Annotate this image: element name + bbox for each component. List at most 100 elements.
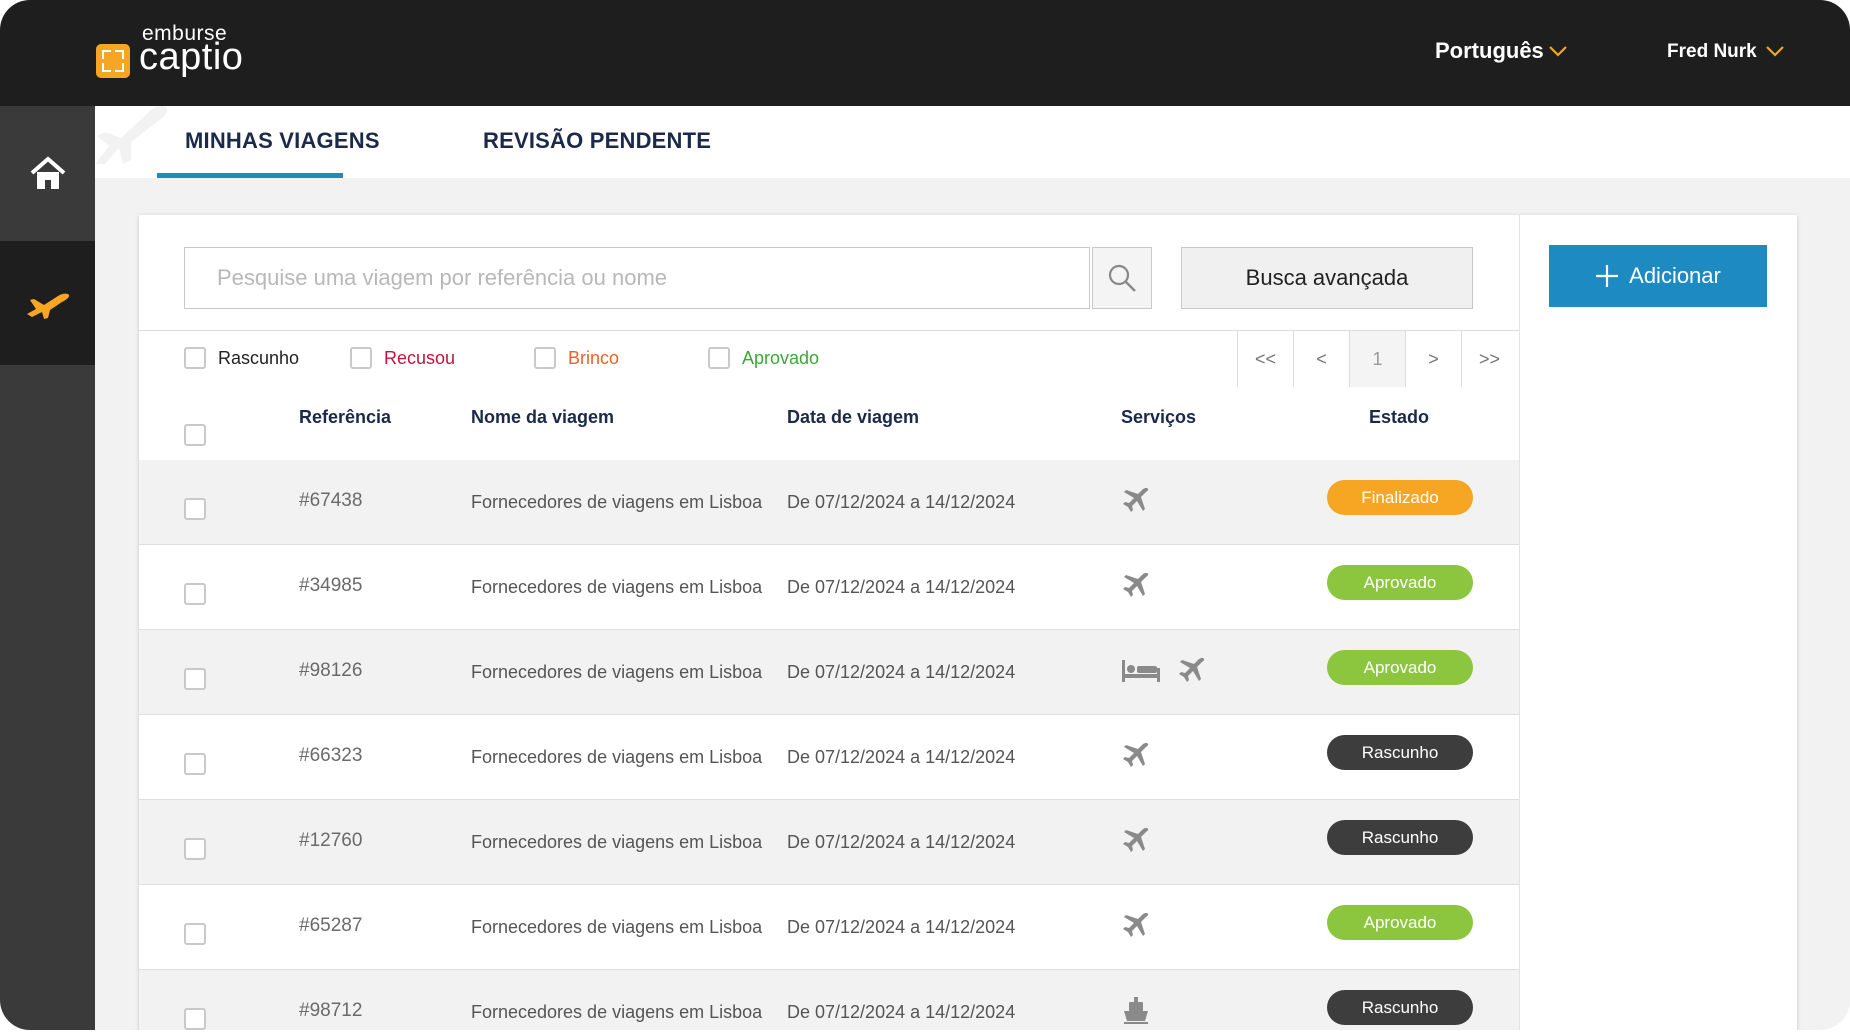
row-checkbox[interactable] (184, 923, 206, 945)
row-trip-date: De 07/12/2024 a 14/12/2024 (787, 662, 1016, 682)
filter-checkbox[interactable] (708, 347, 730, 369)
airplane-watermark-icon (95, 106, 168, 164)
first-page-button[interactable]: << (1237, 331, 1293, 387)
row-services (1121, 485, 1151, 515)
plane-icon (1123, 742, 1149, 767)
user-menu[interactable]: Fred Nurk (1667, 41, 1757, 63)
row-trip-name[interactable]: Fornecedores de viagens em Lisboa (471, 747, 762, 768)
home-icon (30, 155, 65, 189)
plane-icon (1123, 572, 1149, 597)
row-reference[interactable]: #65287 (299, 915, 362, 937)
row-services (1121, 570, 1151, 600)
filter-label: Aprovado (742, 347, 820, 368)
add-trip-button[interactable]: Adicionar (1549, 245, 1767, 307)
tab-revisao-pendente[interactable]: REVISÃO PENDENTE (483, 128, 711, 154)
trips-card: Busca avançada Adicionar Rascunho Recuso… (139, 215, 1797, 1030)
row-checkbox[interactable] (184, 668, 206, 690)
language-selector[interactable]: Português (1435, 38, 1544, 64)
tab-minhas-viagens[interactable]: MINHAS VIAGENS (185, 128, 380, 154)
status-badge: Rascunho (1327, 990, 1473, 1025)
table-row[interactable]: #65287 Fornecedores de viagens em Lisboa D… (139, 885, 1519, 970)
app-window: emburse captio Português Fred Nurk MINHA… (0, 0, 1850, 1030)
row-checkbox[interactable] (184, 583, 206, 605)
logo-product-text: captio (139, 36, 244, 78)
status-badge: Aprovado (1327, 650, 1473, 685)
next-page-button[interactable]: > (1405, 331, 1461, 387)
chevron-down-icon[interactable] (1548, 44, 1568, 58)
row-checkbox[interactable] (184, 1008, 206, 1030)
row-services (1121, 995, 1151, 1025)
row-checkbox[interactable] (184, 498, 206, 520)
status-badge: Aprovado (1327, 905, 1473, 940)
sidebar-item-home[interactable] (0, 106, 95, 241)
sidebar (0, 106, 95, 1030)
column-header-status[interactable]: Estado (1369, 407, 1429, 428)
logo[interactable]: emburse captio (96, 22, 296, 82)
plus-icon (1596, 265, 1619, 287)
search-input[interactable] (185, 248, 1090, 308)
row-reference[interactable]: #98712 (299, 1000, 362, 1022)
active-tab-indicator (157, 173, 343, 178)
search-icon (1108, 264, 1136, 292)
filter-rascunho[interactable]: Rascunho (184, 347, 299, 369)
row-reference[interactable]: #12760 (299, 830, 362, 852)
row-checkbox[interactable] (184, 753, 206, 775)
add-trip-label: Adicionar (1629, 263, 1721, 288)
table-row[interactable]: #98712 Fornecedores de viagens em Lisboa D… (139, 970, 1519, 1030)
filter-aprovado[interactable]: Aprovado (708, 347, 819, 369)
search-box (184, 247, 1090, 309)
captio-logo-icon (96, 44, 130, 78)
row-services (1121, 655, 1207, 685)
status-badge: Rascunho (1327, 735, 1473, 770)
row-trip-name[interactable]: Fornecedores de viagens em Lisboa (471, 577, 762, 598)
bed-icon (1122, 660, 1160, 682)
row-trip-date: De 07/12/2024 a 14/12/2024 (787, 832, 1016, 852)
filter-recusou[interactable]: Recusou (350, 347, 455, 369)
status-filters: Rascunho Recusou Brinco Aprovado << < 1 … (139, 330, 1519, 388)
column-header-name[interactable]: Nome da viagem (471, 407, 614, 428)
plane-icon (1123, 487, 1149, 512)
row-trip-name[interactable]: Fornecedores de viagens em Lisboa (471, 917, 762, 938)
column-header-reference[interactable]: Referência (299, 407, 391, 428)
row-reference[interactable]: #34985 (299, 575, 362, 597)
advanced-search-button[interactable]: Busca avançada (1181, 247, 1473, 309)
status-badge: Finalizado (1327, 480, 1473, 515)
pagination: << < 1 > >> (1237, 331, 1517, 387)
row-trip-name[interactable]: Fornecedores de viagens em Lisboa (471, 662, 762, 683)
filter-checkbox[interactable] (184, 347, 206, 369)
column-header-date[interactable]: Data de viagem (787, 407, 919, 428)
row-trip-date: De 07/12/2024 a 14/12/2024 (787, 577, 1016, 597)
row-reference[interactable]: #67438 (299, 490, 362, 512)
table-row[interactable]: #12760 Fornecedores de viagens em Lisboa D… (139, 800, 1519, 885)
row-trip-name[interactable]: Fornecedores de viagens em Lisboa (471, 492, 762, 513)
tab-bar: MINHAS VIAGENS REVISÃO PENDENTE (95, 106, 1850, 178)
column-header-services: Serviços (1121, 407, 1197, 427)
current-page: 1 (1349, 331, 1405, 387)
plane-icon (1179, 657, 1205, 682)
table-row[interactable]: #67438 Fornecedores de viagens em Lisboa D… (139, 460, 1519, 545)
plane-icon (1123, 912, 1149, 937)
table-row[interactable]: #34985 Fornecedores de viagens em Lisboa D… (139, 545, 1519, 630)
row-checkbox[interactable] (184, 838, 206, 860)
chevron-down-icon[interactable] (1765, 44, 1785, 58)
row-trip-name[interactable]: Fornecedores de viagens em Lisboa (471, 832, 762, 853)
table-row[interactable]: #66323 Fornecedores de viagens em Lisboa D… (139, 715, 1519, 800)
airplane-takeoff-icon (26, 293, 69, 319)
row-reference[interactable]: #98126 (299, 660, 362, 682)
row-services (1121, 740, 1151, 770)
filter-checkbox[interactable] (534, 347, 556, 369)
status-badge: Aprovado (1327, 565, 1473, 600)
filter-checkbox[interactable] (350, 347, 372, 369)
last-page-button[interactable]: >> (1461, 331, 1517, 387)
filter-brinco[interactable]: Brinco (534, 347, 619, 369)
search-button[interactable] (1092, 247, 1152, 309)
select-all-checkbox[interactable] (184, 424, 206, 446)
row-reference[interactable]: #66323 (299, 745, 362, 767)
row-trip-date: De 07/12/2024 a 14/12/2024 (787, 1002, 1016, 1022)
table-row[interactable]: #98126 Fornecedores de viagens em Lisboa D… (139, 630, 1519, 715)
sidebar-item-travel[interactable] (0, 241, 95, 365)
prev-page-button[interactable]: < (1293, 331, 1349, 387)
row-trip-name[interactable]: Fornecedores de viagens em Lisboa (471, 1002, 762, 1023)
table-body: #67438 Fornecedores de viagens em Lisboa D… (139, 460, 1519, 1030)
top-bar: emburse captio Português Fred Nurk (0, 0, 1850, 106)
